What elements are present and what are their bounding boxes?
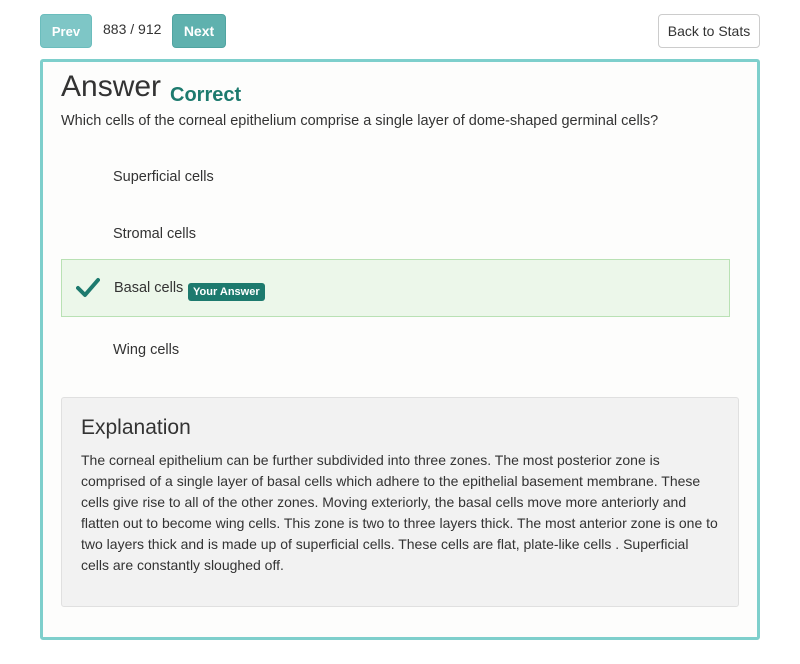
question-counter: 883 / 912: [103, 21, 162, 37]
option-label: Stromal cells: [113, 226, 196, 242]
back-to-stats-button[interactable]: Back to Stats: [658, 14, 760, 48]
answer-option-basal[interactable]: Basal cells Your Answer: [61, 259, 730, 317]
answer-panel: Answer Correct Which cells of the cornea…: [40, 59, 760, 640]
answer-option-superficial[interactable]: Superficial cells: [61, 148, 730, 206]
result-status: Correct: [170, 84, 242, 106]
question-text: Which cells of the corneal epithelium co…: [61, 113, 659, 129]
check-icon: [76, 278, 100, 297]
your-answer-badge: Your Answer: [188, 283, 265, 301]
answer-option-stromal[interactable]: Stromal cells: [61, 205, 730, 263]
prev-button[interactable]: Prev: [40, 14, 92, 48]
explanation-text: The corneal epithelium can be further su…: [81, 452, 718, 573]
option-label: Superficial cells: [113, 169, 214, 185]
option-label: Wing cells: [113, 342, 180, 358]
explanation-title: Explanation: [81, 416, 191, 439]
next-button[interactable]: Next: [172, 14, 226, 48]
explanation-box: Explanation The corneal epithelium can b…: [61, 397, 739, 607]
option-label: Basal cells: [114, 280, 184, 296]
top-navigation: Prev 883 / 912 Next Back to Stats: [0, 0, 800, 60]
answer-title: Answer: [61, 70, 162, 103]
answer-option-wing[interactable]: Wing cells: [61, 321, 730, 379]
